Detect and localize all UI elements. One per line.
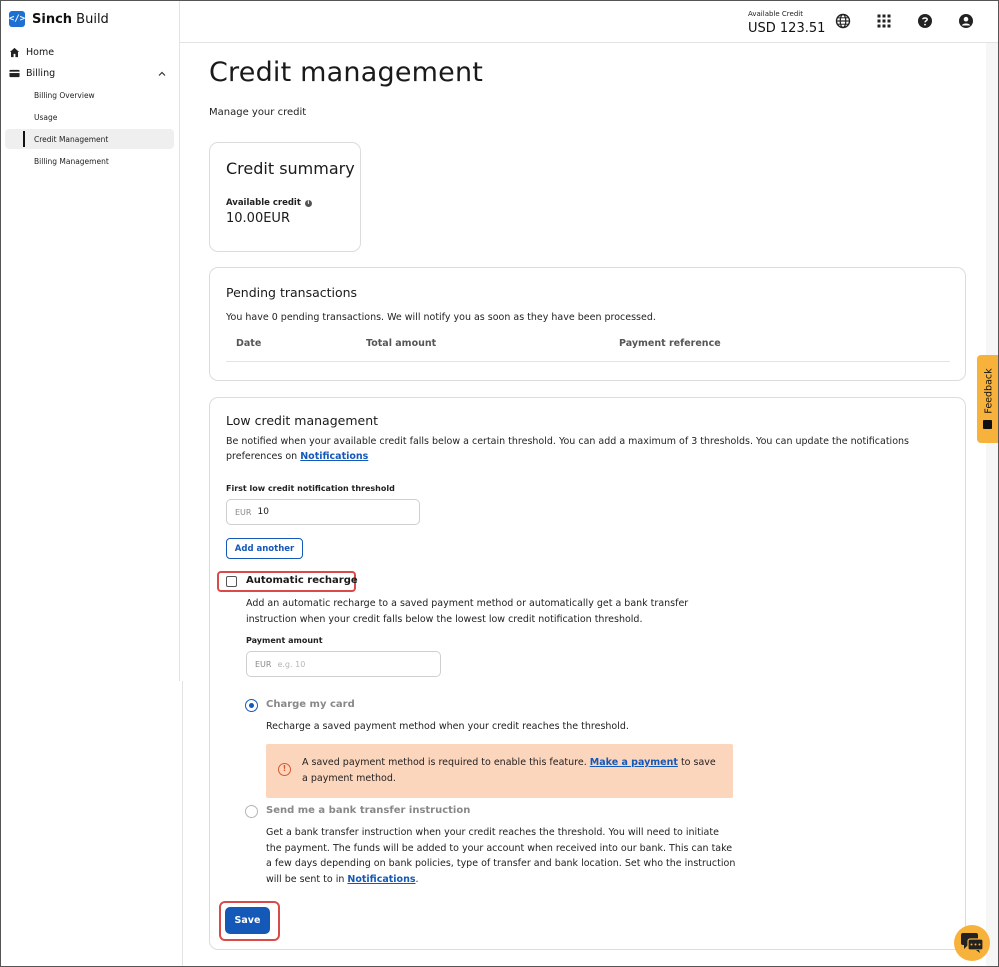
card-title: Pending transactions [226, 285, 358, 300]
account-icon[interactable] [958, 13, 974, 29]
app-window: </> Sinch Build Home Billing Billing Ove… [0, 0, 999, 967]
available-credit-label: Available credit i [226, 198, 312, 208]
sidebar-item-credit-management[interactable]: Credit Management [34, 135, 108, 144]
available-credit-label: Available Credit [748, 10, 803, 18]
active-item-indicator [23, 131, 25, 147]
scrollbar[interactable] [986, 43, 998, 966]
charge-card-description: Recharge a saved payment method when you… [266, 721, 629, 732]
threshold-value: 10 [257, 507, 269, 517]
feedback-icon [983, 420, 992, 429]
billing-card-icon [9, 69, 20, 78]
bank-transfer-label[interactable]: Send me a bank transfer instruction [266, 805, 470, 816]
column-header-payment-reference: Payment reference [619, 338, 721, 349]
sidebar-item-home[interactable]: Home [9, 47, 54, 58]
chat-icon [961, 933, 984, 953]
warning-text: A saved payment method is required to en… [302, 757, 716, 784]
payment-amount-label: Payment amount [246, 636, 323, 645]
brand-name: Sinch Build [32, 11, 109, 27]
charge-card-label[interactable]: Charge my card [266, 699, 355, 710]
bank-transfer-radio[interactable] [245, 805, 258, 818]
low-credit-description: Be notified when your available credit f… [226, 436, 909, 462]
feedback-label[interactable]: Feedback [984, 368, 995, 413]
sidebar-item-label: Billing [26, 68, 56, 79]
sidebar-item-billing-management[interactable]: Billing Management [34, 157, 109, 166]
column-header-date: Date [236, 338, 262, 349]
apps-grid-icon[interactable] [876, 13, 892, 29]
warning-icon: ! [278, 763, 291, 776]
divider [182, 681, 183, 966]
chevron-up-icon[interactable] [157, 69, 167, 79]
currency-prefix: EUR [255, 659, 272, 669]
threshold-input[interactable]: EUR 10 [226, 499, 420, 525]
automatic-recharge-description: Add an automatic recharge to a saved pay… [246, 598, 689, 625]
help-icon[interactable] [917, 13, 933, 29]
warning-banner: ! A saved payment method is required to … [266, 744, 733, 798]
sidebar: </> Sinch Build Home Billing Billing Ove… [1, 1, 180, 681]
automatic-recharge-checkbox[interactable] [226, 576, 237, 587]
home-icon [9, 47, 20, 58]
chat-button[interactable] [954, 925, 990, 961]
automatic-recharge-label[interactable]: Automatic recharge [246, 575, 358, 586]
sidebar-item-billing-overview[interactable]: Billing Overview [34, 91, 95, 100]
code-logo-icon: </> [9, 11, 25, 27]
currency-prefix: EUR [235, 507, 252, 517]
sidebar-item-usage[interactable]: Usage [34, 113, 57, 122]
credit-summary-card: Credit summary Available credit i 10.00E… [209, 142, 361, 252]
brand[interactable]: </> Sinch Build [9, 11, 109, 27]
charge-card-radio[interactable] [245, 699, 258, 712]
pending-description: You have 0 pending transactions. We will… [226, 312, 656, 323]
payment-amount-placeholder: e.g. 10 [277, 659, 306, 669]
threshold-label: First low credit notification threshold [226, 484, 395, 493]
card-title: Credit summary [226, 159, 355, 178]
payment-amount-input[interactable]: EUR e.g. 10 [246, 651, 441, 677]
pending-transactions-card: Pending transactions You have 0 pending … [209, 267, 966, 381]
notifications-link[interactable]: Notifications [300, 451, 368, 462]
globe-icon[interactable] [835, 13, 851, 29]
sidebar-item-billing[interactable]: Billing [9, 68, 55, 79]
make-payment-link[interactable]: Make a payment [590, 757, 678, 768]
column-header-total-amount: Total amount [366, 338, 437, 349]
sidebar-item-label: Home [26, 47, 55, 58]
table-divider [226, 361, 950, 362]
page-title: Credit management [209, 57, 484, 88]
available-credit-value: USD 123.51 [748, 21, 826, 36]
info-icon[interactable]: i [304, 199, 312, 207]
card-title: Low credit management [226, 413, 379, 428]
available-credit-value: 10.00EUR [226, 211, 290, 226]
notifications-link[interactable]: Notifications [347, 874, 415, 885]
save-button[interactable]: Save [225, 907, 270, 934]
add-another-button[interactable]: Add another [226, 538, 303, 559]
bank-transfer-description: Get a bank transfer instruction when you… [266, 827, 736, 885]
page-subtitle: Manage your credit [209, 107, 307, 118]
